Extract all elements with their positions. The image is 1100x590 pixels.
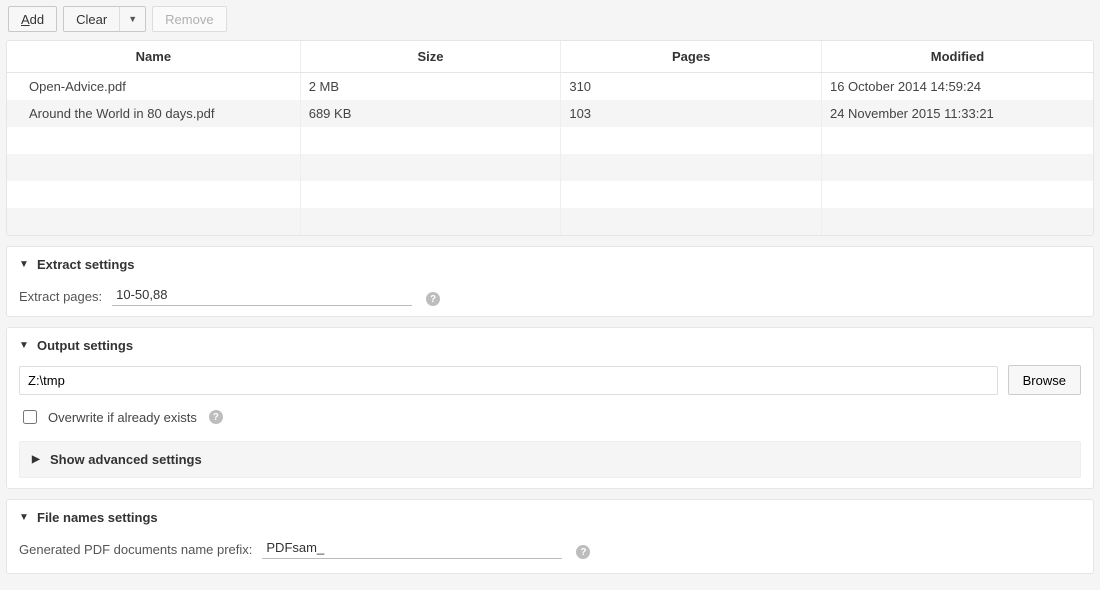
table-row[interactable] <box>7 208 1093 235</box>
table-row[interactable] <box>7 127 1093 154</box>
browse-button[interactable]: Browse <box>1008 365 1081 395</box>
filenames-settings-header[interactable]: ▼ File names settings <box>19 510 1081 525</box>
table-row[interactable] <box>7 181 1093 208</box>
toolbar: Add Clear ▼ Remove <box>6 6 1094 40</box>
add-button[interactable]: Add <box>8 6 57 32</box>
caret-right-icon: ▶ <box>32 454 42 465</box>
filenames-settings-panel: ▼ File names settings Generated PDF docu… <box>6 499 1094 574</box>
cell-pages: 103 <box>561 100 822 127</box>
clear-button-split: Clear ▼ <box>63 6 146 32</box>
cell-modified: 16 October 2014 14:59:24 <box>821 73 1093 101</box>
col-name[interactable]: Name <box>7 41 300 73</box>
prefix-input[interactable] <box>262 537 562 559</box>
extract-pages-label: Extract pages: <box>19 289 102 306</box>
prefix-label: Generated PDF documents name prefix: <box>19 542 252 559</box>
file-table-panel: Name Size Pages Modified Open-Advice.pdf… <box>6 40 1094 236</box>
caret-down-icon: ▼ <box>19 259 29 270</box>
help-icon[interactable]: ? <box>426 292 440 306</box>
cell-size: 689 KB <box>300 100 561 127</box>
table-row[interactable]: Open-Advice.pdf 2 MB 310 16 October 2014… <box>7 73 1093 101</box>
extract-pages-input[interactable] <box>112 284 412 306</box>
section-title: File names settings <box>37 510 158 525</box>
clear-button[interactable]: Clear <box>64 7 119 31</box>
cell-pages: 310 <box>561 73 822 101</box>
section-title: Output settings <box>37 338 133 353</box>
help-icon[interactable]: ? <box>209 410 223 424</box>
col-size[interactable]: Size <box>300 41 561 73</box>
col-modified[interactable]: Modified <box>821 41 1093 73</box>
cell-name: Around the World in 80 days.pdf <box>7 100 300 127</box>
cell-size: 2 MB <box>300 73 561 101</box>
overwrite-label: Overwrite if already exists <box>48 410 197 425</box>
caret-down-icon: ▼ <box>19 512 29 523</box>
col-pages[interactable]: Pages <box>561 41 822 73</box>
cell-name: Open-Advice.pdf <box>7 73 300 101</box>
help-icon[interactable]: ? <box>576 545 590 559</box>
output-settings-panel: ▼ Output settings Browse Overwrite if al… <box>6 327 1094 489</box>
show-advanced-toggle[interactable]: ▶ Show advanced settings <box>19 441 1081 478</box>
cell-modified: 24 November 2015 11:33:21 <box>821 100 1093 127</box>
table-row[interactable]: Around the World in 80 days.pdf 689 KB 1… <box>7 100 1093 127</box>
clear-dropdown-caret[interactable]: ▼ <box>119 7 145 31</box>
caret-down-icon: ▼ <box>19 340 29 351</box>
file-table[interactable]: Name Size Pages Modified Open-Advice.pdf… <box>7 41 1093 235</box>
extract-settings-panel: ▼ Extract settings Extract pages: ? <box>6 246 1094 317</box>
advanced-label: Show advanced settings <box>50 452 202 467</box>
extract-settings-header[interactable]: ▼ Extract settings <box>19 257 1081 272</box>
overwrite-checkbox[interactable] <box>23 410 37 424</box>
output-path-input[interactable] <box>19 366 998 395</box>
table-header-row: Name Size Pages Modified <box>7 41 1093 73</box>
output-settings-header[interactable]: ▼ Output settings <box>19 338 1081 353</box>
table-row[interactable] <box>7 154 1093 181</box>
section-title: Extract settings <box>37 257 135 272</box>
remove-button: Remove <box>152 6 226 32</box>
